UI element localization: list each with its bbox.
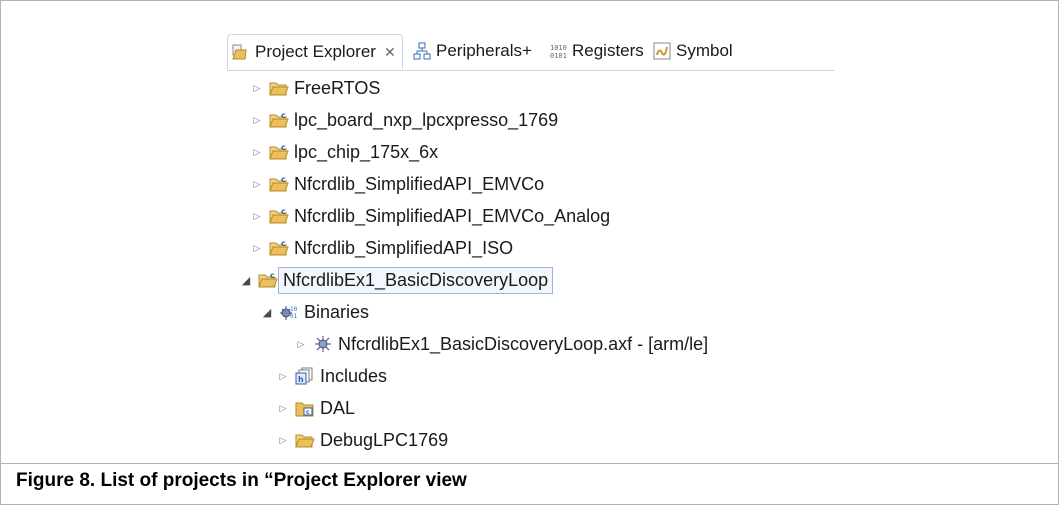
tree-item[interactable]: ▷ c Nfcrdlib_SimplifiedAPI_EMVCo <box>251 169 545 199</box>
c-project-folder-icon: c <box>258 271 278 288</box>
svg-text:c: c <box>306 409 310 416</box>
expand-arrow-icon[interactable]: ▷ <box>277 435 289 446</box>
tree-item[interactable]: ▷ c lpc_board_nxp_lpcxpresso_1769 <box>251 105 559 135</box>
expand-arrow-icon[interactable]: ▷ <box>251 115 263 126</box>
svg-text:c: c <box>281 143 286 152</box>
tree-item-label: lpc_chip_175x_6x <box>294 141 439 162</box>
folder-open-icon <box>269 82 289 96</box>
tree-item-label: DAL <box>320 397 356 418</box>
expand-arrow-icon[interactable]: ▷ <box>251 83 263 94</box>
tree-item-label: FreeRTOS <box>294 77 381 98</box>
tree-item-label: DebugLPC1769 <box>320 429 449 450</box>
collapse-arrow-icon[interactable]: ◢ <box>261 306 273 319</box>
expand-arrow-icon[interactable]: ▷ <box>251 147 263 158</box>
expand-arrow-icon[interactable]: ▷ <box>251 179 263 190</box>
svg-text:c: c <box>281 207 286 216</box>
svg-text:c: c <box>281 175 286 184</box>
source-folder-icon: c <box>295 402 314 417</box>
tree-item[interactable]: ◢ 10 01 Binaries <box>261 297 369 327</box>
symbol-viewer-icon <box>653 42 671 60</box>
svg-text:c: c <box>281 239 286 248</box>
expand-arrow-icon[interactable]: ▷ <box>277 371 289 382</box>
tree-item[interactable]: ▷ c Nfcrdlib_SimplifiedAPI_ISO <box>251 233 514 263</box>
expand-arrow-icon[interactable]: ▷ <box>295 339 307 350</box>
svg-text:0101: 0101 <box>550 52 567 60</box>
svg-text:01: 01 <box>290 313 298 320</box>
peripherals-icon <box>413 42 431 60</box>
tree-item-label: Includes <box>320 365 388 386</box>
tree-item-label: Nfcrdlib_SimplifiedAPI_EMVCo <box>294 173 545 194</box>
svg-text:c: c <box>270 271 275 280</box>
tab-symbol[interactable]: Symbol <box>653 34 733 68</box>
expand-arrow-icon[interactable]: ▷ <box>251 243 263 254</box>
includes-icon: h <box>295 367 313 385</box>
c-project-folder-icon: c <box>269 207 289 224</box>
figure-caption: Figure 8. List of projects in “Project E… <box>16 470 467 491</box>
tab-label: Symbol <box>676 41 733 60</box>
tree-item[interactable]: ▷ c Nfcrdlib_SimplifiedAPI_EMVCo_Analog <box>251 201 611 231</box>
tree-item[interactable]: ▷ c lpc_chip_175x_6x <box>251 137 439 167</box>
view-tab-bar: Project Explorer ✕ Peripherals+ 1010 010… <box>227 30 835 71</box>
collapse-arrow-icon[interactable]: ◢ <box>240 274 252 287</box>
binary-file-icon <box>315 336 331 352</box>
expand-arrow-icon[interactable]: ▷ <box>277 403 289 414</box>
tab-peripherals[interactable]: Peripherals+ <box>413 34 532 68</box>
binaries-icon: 10 01 <box>280 306 298 320</box>
registers-icon: 1010 0101 <box>550 44 567 60</box>
c-project-folder-icon: c <box>269 239 289 256</box>
tree-item[interactable]: ▷ h Includes <box>277 361 388 391</box>
tree-item-label: lpc_board_nxp_lpcxpresso_1769 <box>294 109 559 130</box>
tree-item[interactable]: ▷ c DAL <box>277 393 355 423</box>
svg-text:c: c <box>281 111 286 120</box>
project-explorer-icon <box>232 44 247 60</box>
svg-text:10: 10 <box>290 306 298 313</box>
tab-registers[interactable]: 1010 0101 Registers <box>549 34 644 68</box>
c-project-folder-icon: c <box>269 111 289 128</box>
tab-project-explorer[interactable]: Project Explorer ✕ <box>227 34 403 70</box>
svg-text:h: h <box>298 375 304 384</box>
folder-icon <box>295 434 315 448</box>
tree-item-selected[interactable]: ◢ c NfcrdlibEx1_BasicDiscoveryLoop <box>240 265 554 295</box>
c-project-folder-icon: c <box>269 143 289 160</box>
caption-divider <box>1 463 1058 464</box>
tree-item[interactable]: ▷ FreeRTOS <box>251 73 381 103</box>
ide-screenshot: Project Explorer ✕ Peripherals+ 1010 010… <box>227 30 835 462</box>
c-project-folder-icon: c <box>269 175 289 192</box>
tree-item[interactable]: ▷ NfcrdlibEx1_BasicDiscoveryLoop.axf - [… <box>295 329 709 359</box>
svg-text:1010: 1010 <box>550 44 567 52</box>
tab-label: Peripherals+ <box>436 41 532 60</box>
expand-arrow-icon[interactable]: ▷ <box>251 211 263 222</box>
tree-item-label: Nfcrdlib_SimplifiedAPI_EMVCo_Analog <box>294 205 611 226</box>
project-tree: ▷ FreeRTOS ▷ c lpc_board_nxp_lpcxpresso_… <box>227 70 835 462</box>
tab-label: Project Explorer <box>255 42 376 61</box>
close-icon[interactable]: ✕ <box>384 44 396 61</box>
tree-item-label: NfcrdlibEx1_BasicDiscoveryLoop <box>278 266 554 294</box>
tree-item-label: NfcrdlibEx1_BasicDiscoveryLoop.axf - [ar… <box>338 333 709 354</box>
tab-label: Registers <box>572 41 644 60</box>
tree-item-label: Binaries <box>304 301 370 322</box>
tree-item-label: Nfcrdlib_SimplifiedAPI_ISO <box>294 237 514 258</box>
tree-item[interactable]: ▷ DebugLPC1769 <box>277 425 449 455</box>
